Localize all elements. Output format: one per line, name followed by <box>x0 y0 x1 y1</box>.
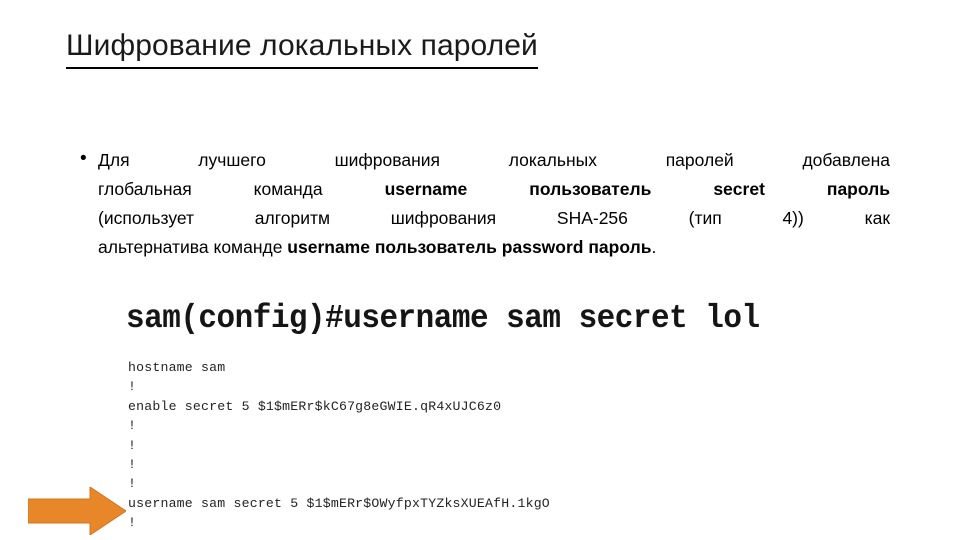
bullet-line: Для лучшего шифрования локальных паролей доба… <box>98 146 890 175</box>
command-keyword: пароль <box>826 179 890 199</box>
command-keyword: пользователь <box>529 179 652 199</box>
terminal-line: hostname sam <box>128 360 226 375</box>
command-keyword: username пользователь password пароль <box>287 237 652 257</box>
text-segment: 4)) <box>782 208 804 228</box>
text-segment: глобальная <box>98 179 192 199</box>
text-segment: как <box>864 208 890 228</box>
text-segment: паролей <box>665 150 734 170</box>
text-segment: SHA-256 <box>556 208 628 228</box>
terminal-line: enable secret 5 $1$mERr$kC67g8eGWIE.qR4x… <box>128 398 502 414</box>
terminal-line: ! <box>128 515 137 531</box>
bullet-marker-icon: • <box>80 148 87 169</box>
terminal-line: ! <box>128 437 137 453</box>
text-segment: Для <box>98 150 130 170</box>
terminal-screenshot: sam(config)#username sam secret lol host… <box>122 296 822 532</box>
text-segment: алгоритм <box>254 208 331 228</box>
page-title: Шифрование локальных паролей <box>66 28 538 69</box>
text-segment: добавлена <box>802 150 890 170</box>
text-segment: (использует <box>98 208 195 228</box>
terminal-line: ! <box>128 476 137 492</box>
terminal-config-output: hostname sam! enable secret 5 $1$mERr$kC6… <box>128 358 550 532</box>
terminal-prompt-line: sam(config)#username sam secret lol <box>126 300 760 338</box>
terminal-line: ! <box>128 379 137 395</box>
command-keyword: secret <box>713 179 765 199</box>
terminal-line: ! <box>128 418 137 434</box>
text-segment: лучшего <box>198 150 266 170</box>
bullet-text: Для лучшего шифрования локальных паролей доба… <box>98 146 890 262</box>
bullet-line: глобальная команда username пользователь sec… <box>98 175 890 204</box>
text-segment: шифрования <box>390 208 497 228</box>
terminal-line: ! <box>128 457 137 473</box>
text-segment: шифрования <box>334 150 441 170</box>
text-segment: альтернатива команде <box>98 237 288 257</box>
bullet-line: альтернатива команде username пользовате… <box>98 233 890 262</box>
command-keyword: username <box>384 179 468 199</box>
text-segment: . <box>651 237 657 257</box>
terminal-line: username sam secret 5 $1$mERr$OWyfpxTYZk… <box>128 495 550 511</box>
text-segment: (тип <box>688 208 722 228</box>
text-segment: команда <box>253 179 323 199</box>
orange-arrow-callout <box>28 487 126 535</box>
bullet-line: (использует алгоритм шифрования SHA-256 (тип… <box>98 204 890 233</box>
bullet-paragraph: • Для лучшего шифрования локальных паролей до… <box>80 146 890 262</box>
text-segment: локальных <box>508 150 597 170</box>
arrow-right-icon <box>28 487 126 535</box>
